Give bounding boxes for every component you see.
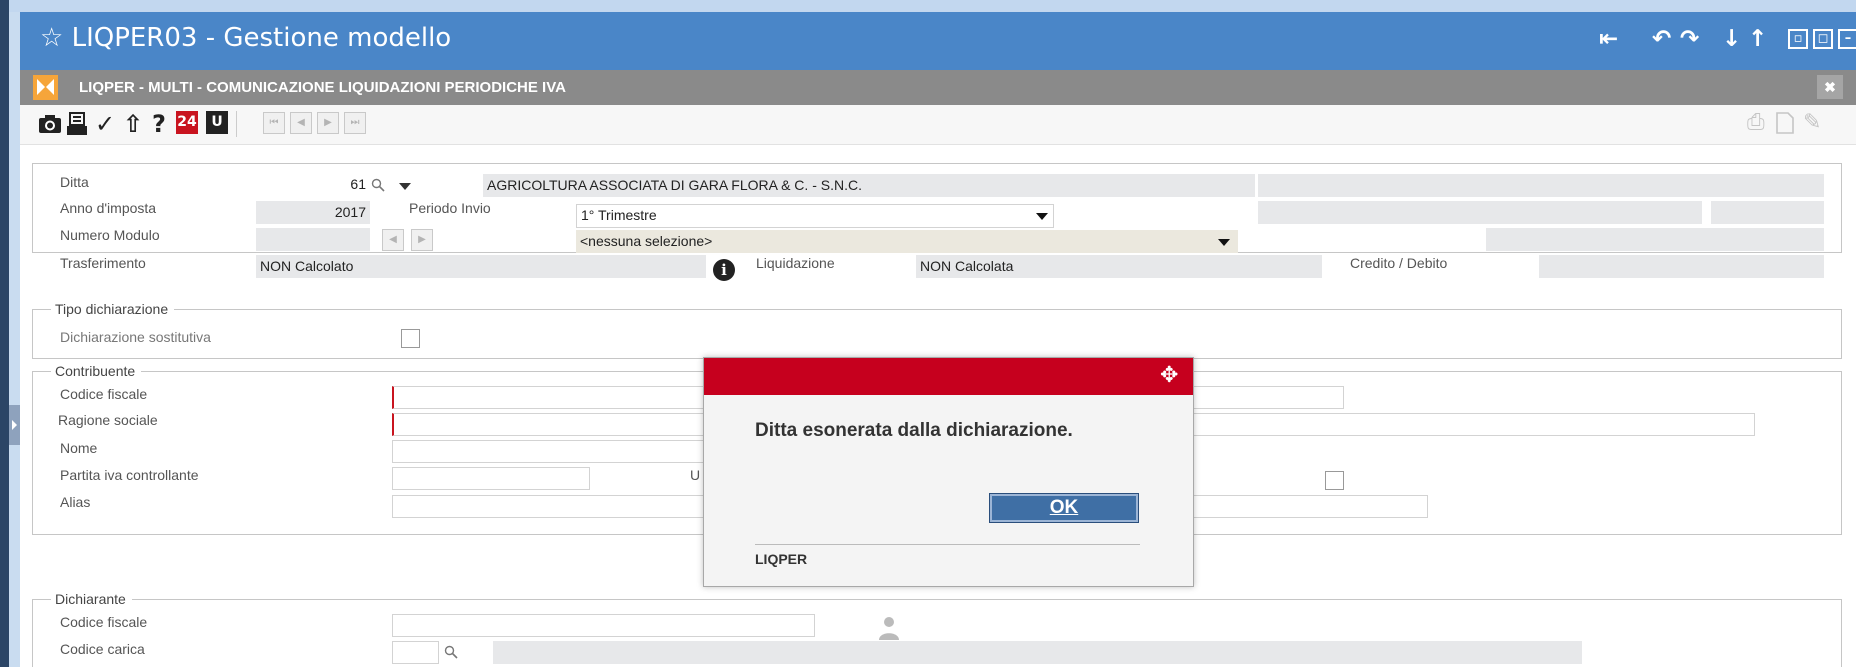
periodo-label: Periodo Invio — [409, 200, 491, 216]
contribuente-legend: Contribuente — [51, 363, 142, 379]
ditta-label: Ditta — [60, 174, 89, 190]
arrow-up-icon[interactable]: ↑ — [1748, 26, 1767, 52]
redo-icon[interactable]: ↷ — [1680, 26, 1699, 52]
modulo-label: Numero Modulo — [60, 227, 160, 243]
codice-carica-search-icon[interactable] — [444, 645, 458, 659]
print-icon[interactable] — [65, 110, 89, 138]
dialog-message: Ditta esonerata dalla dichiarazione. — [755, 420, 1073, 441]
window-title: ☆ LIQPER03 - Gestione modello — [40, 23, 451, 53]
anno-field: 2017 — [256, 201, 370, 224]
codice-carica-input[interactable] — [392, 641, 439, 664]
nav-first-button[interactable]: ⏮ — [263, 112, 285, 134]
ditta-name-field: AGRICOLTURA ASSOCIATA DI GARA FLORA & C.… — [483, 174, 1255, 197]
arrow-down-icon[interactable]: ↓ — [1722, 26, 1741, 52]
modulo-prev-button[interactable]: ◀ — [382, 229, 404, 251]
left-strip — [0, 0, 9, 667]
ditta-dropdown-icon[interactable] — [399, 183, 411, 190]
search-icon[interactable] — [371, 178, 385, 192]
modulo-extra-field — [1486, 228, 1824, 251]
nav-next-button[interactable]: ▶ — [317, 112, 339, 134]
undo-icon[interactable]: ↶ — [1652, 26, 1671, 52]
check-icon[interactable]: ✓ — [93, 110, 117, 138]
ragione-sociale-label: Ragione sociale — [58, 412, 158, 428]
periodo-select-value: 1° Trimestre — [581, 207, 657, 223]
credito-field — [1539, 255, 1824, 278]
alias-label: Alias — [60, 494, 91, 510]
partita-iva-input[interactable] — [392, 467, 590, 490]
tipo-dichiarazione-legend: Tipo dichiarazione — [51, 301, 175, 317]
app-logo-icon — [33, 75, 58, 100]
sostitutiva-checkbox[interactable] — [401, 329, 420, 348]
trasferimento-field: NON Calcolato — [256, 255, 706, 278]
partita-iva-label: Partita iva controllante — [60, 467, 199, 483]
pdf-print-icon[interactable]: ⎙ — [1747, 110, 1765, 135]
modulo-next-button[interactable]: ▶ — [411, 229, 433, 251]
minimize-icon[interactable]: – — [1838, 29, 1856, 49]
nome-label: Nome — [60, 440, 98, 456]
dialog-header[interactable] — [704, 358, 1193, 395]
upload-icon[interactable]: ⇧ — [121, 110, 145, 138]
periodo-dropdown-icon[interactable] — [1036, 213, 1048, 220]
nome-input[interactable] — [392, 440, 712, 463]
module-title: LIQPER - MULTI - COMUNICAZIONE LIQUIDAZI… — [79, 79, 566, 96]
codice-carica-label: Codice carica — [60, 641, 145, 657]
camera-icon[interactable] — [38, 110, 62, 138]
ditta-extra-field — [1258, 174, 1824, 197]
dichiarante-legend: Dichiarante — [51, 591, 132, 607]
sostitutiva-label: Dichiarazione sostitutiva — [60, 329, 211, 345]
dialog-separator — [755, 544, 1140, 545]
calendar-24-icon[interactable]: 24 — [176, 111, 198, 134]
dichiarante-cf-label: Codice fiscale — [60, 614, 148, 630]
star-outline-icon[interactable]: ☆ — [40, 23, 63, 53]
anno-label: Anno d'imposta — [60, 200, 157, 216]
help-icon[interactable]: ? — [149, 110, 169, 138]
tipo-dichiarazione-section — [32, 309, 1842, 359]
periodo-extra-field — [1258, 201, 1702, 224]
restore-icon[interactable]: ▫ — [1788, 29, 1808, 49]
user-calendar-icon[interactable]: U — [206, 111, 228, 134]
liquidazione-field: NON Calcolata — [916, 255, 1322, 278]
credito-label: Credito / Debito — [1350, 255, 1448, 271]
contribuente-cf-label: Codice fiscale — [60, 386, 148, 402]
toolbar-separator — [236, 111, 237, 137]
trasferimento-label: Trasferimento — [60, 255, 146, 271]
ditta-field[interactable]: 61 — [256, 174, 370, 197]
modulo-field — [256, 228, 370, 251]
periodo-select[interactable]: 1° Trimestre — [576, 204, 1054, 228]
contribuente-checkbox[interactable] — [1325, 471, 1344, 490]
dichiarante-cf-input[interactable] — [392, 614, 815, 637]
nav-prev-button[interactable]: ◀ — [290, 112, 312, 134]
modulo-select[interactable]: <nessuna selezione> — [576, 230, 1238, 253]
window-title-text: LIQPER03 - Gestione modello — [71, 23, 452, 53]
codice-carica-description — [493, 641, 1582, 664]
document-icon[interactable] — [1776, 110, 1794, 140]
dialog-footer: LIQPER — [755, 551, 808, 567]
module-close-button[interactable]: ✖ — [1817, 75, 1843, 99]
top-strip — [0, 0, 1856, 12]
pencil-icon[interactable]: ✎ — [1803, 110, 1821, 135]
move-icon[interactable]: ✥ — [1160, 364, 1178, 388]
info-icon[interactable]: i — [713, 259, 735, 281]
nav-last-button[interactable]: ⏭ — [344, 112, 366, 134]
ok-button[interactable]: OK — [989, 493, 1139, 523]
liquidazione-label: Liquidazione — [756, 255, 835, 271]
modulo-dropdown-icon[interactable] — [1218, 239, 1230, 246]
periodo-extra-field-2 — [1711, 201, 1824, 224]
modulo-select-value: <nessuna selezione> — [580, 233, 713, 249]
first-page-icon[interactable]: ⇤ — [1599, 26, 1618, 52]
maximize-icon[interactable]: ◻ — [1813, 29, 1833, 49]
u-label: U — [690, 467, 701, 483]
user-icon[interactable] — [877, 615, 901, 641]
